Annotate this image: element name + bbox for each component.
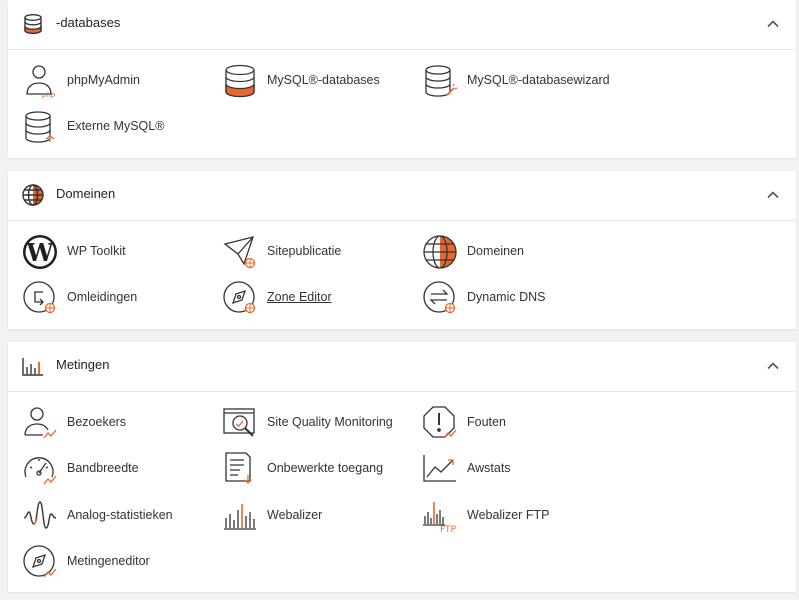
errors-icon bbox=[422, 405, 458, 441]
item-externe-mysql[interactable]: Externe MySQL® bbox=[22, 107, 217, 147]
user-php-icon: php bbox=[22, 63, 58, 99]
item-domeinen[interactable]: Domeinen bbox=[422, 232, 617, 272]
item-mysql-databases[interactable]: MySQL®-databases bbox=[222, 61, 417, 101]
globe-icon bbox=[422, 234, 458, 270]
visitors-icon bbox=[22, 405, 58, 441]
item-label: Sitepublicatie bbox=[267, 244, 342, 258]
item-label: MySQL®-databases bbox=[267, 73, 380, 87]
domeinen-panel: Domeinen W WP Toolkit Sitepublicatie Dom… bbox=[8, 171, 796, 329]
database-wizard-icon bbox=[422, 63, 458, 99]
raw-access-icon bbox=[222, 451, 258, 487]
item-label: Bandbreedte bbox=[67, 461, 139, 475]
item-label: Bezoekers bbox=[67, 415, 127, 429]
redirect-icon bbox=[22, 280, 58, 316]
item-label: Analog-statistieken bbox=[67, 508, 173, 522]
svg-text:php: php bbox=[41, 91, 56, 99]
section-title: Metingen bbox=[56, 357, 110, 372]
databases-panel-header[interactable]: -databases bbox=[8, 0, 796, 50]
item-metingeneditor[interactable]: Metingeneditor bbox=[22, 542, 217, 582]
item-sitepublicatie[interactable]: Sitepublicatie bbox=[222, 232, 417, 272]
item-awstats[interactable]: Awstats bbox=[422, 449, 617, 489]
metingen-panel: Metingen Bezoekers Site Quality Monitori… bbox=[8, 342, 796, 592]
item-label: WP Toolkit bbox=[67, 244, 126, 258]
item-label: Dynamic DNS bbox=[467, 290, 546, 304]
bar-chart-icon bbox=[21, 354, 45, 378]
item-label: Omleidingen bbox=[67, 290, 138, 304]
item-fouten[interactable]: Fouten bbox=[422, 403, 617, 443]
item-analog-statistieken[interactable]: Analog-statistieken bbox=[22, 496, 217, 536]
item-label: Domeinen bbox=[467, 244, 524, 258]
chevron-up-icon[interactable] bbox=[766, 17, 780, 31]
domeinen-panel-header[interactable]: Domeinen bbox=[8, 171, 796, 221]
chevron-up-icon[interactable] bbox=[766, 188, 780, 202]
database-icon bbox=[21, 12, 45, 36]
chevron-up-icon[interactable] bbox=[766, 359, 780, 373]
webalizer-icon bbox=[222, 498, 258, 534]
webalizer-ftp-icon: FTP bbox=[422, 498, 458, 534]
item-label: Fouten bbox=[467, 415, 506, 429]
item-phpmyadmin[interactable]: php phpMyAdmin bbox=[22, 61, 217, 101]
item-label: Awstats bbox=[467, 461, 511, 475]
item-onbewerkte-toegang[interactable]: Onbewerkte toegang bbox=[222, 449, 417, 489]
databases-panel: -databases php phpMyAdmin MySQL®-databas… bbox=[8, 0, 796, 158]
database-external-icon bbox=[22, 109, 58, 145]
item-label: phpMyAdmin bbox=[67, 73, 140, 87]
metingen-panel-header[interactable]: Metingen bbox=[8, 342, 796, 392]
wordpress-icon: W bbox=[22, 234, 58, 270]
gauge-icon bbox=[22, 451, 58, 487]
item-label: MySQL®-databasewizard bbox=[467, 73, 610, 87]
section-title: Domeinen bbox=[56, 186, 116, 201]
item-wp-toolkit[interactable]: W WP Toolkit bbox=[22, 232, 217, 272]
item-label: Webalizer FTP bbox=[467, 508, 550, 522]
item-label: Webalizer bbox=[267, 508, 323, 522]
item-label: Site Quality Monitoring bbox=[267, 415, 393, 429]
item-bezoekers[interactable]: Bezoekers bbox=[22, 403, 217, 443]
item-mysql-database-wizard[interactable]: MySQL®-databasewizard bbox=[422, 61, 617, 101]
item-site-quality-monitoring[interactable]: Site Quality Monitoring bbox=[222, 403, 417, 443]
globe-icon bbox=[21, 183, 45, 207]
item-zone-editor[interactable]: Zone Editor bbox=[222, 278, 417, 318]
metrics-editor-icon bbox=[22, 544, 58, 580]
ftp-text: FTP bbox=[440, 525, 457, 534]
paper-plane-icon bbox=[222, 234, 258, 270]
item-label: Externe MySQL® bbox=[67, 119, 165, 133]
waveform-icon bbox=[22, 498, 58, 534]
item-label: Metingeneditor bbox=[67, 554, 150, 568]
dynamic-dns-icon bbox=[422, 280, 458, 316]
site-quality-icon bbox=[222, 405, 258, 441]
item-bandbreedte[interactable]: Bandbreedte bbox=[22, 449, 217, 489]
line-chart-icon bbox=[422, 451, 458, 487]
item-label: Onbewerkte toegang bbox=[267, 461, 384, 475]
item-webalizer-ftp[interactable]: FTP Webalizer FTP bbox=[422, 496, 617, 536]
item-label[interactable]: Zone Editor bbox=[267, 290, 332, 304]
section-title: -databases bbox=[56, 15, 121, 30]
zone-editor-icon bbox=[222, 280, 258, 316]
database-icon bbox=[222, 63, 258, 99]
item-dynamic-dns[interactable]: Dynamic DNS bbox=[422, 278, 617, 318]
item-webalizer[interactable]: Webalizer bbox=[222, 496, 417, 536]
item-omleidingen[interactable]: Omleidingen bbox=[22, 278, 217, 318]
svg-text:W: W bbox=[26, 238, 55, 267]
